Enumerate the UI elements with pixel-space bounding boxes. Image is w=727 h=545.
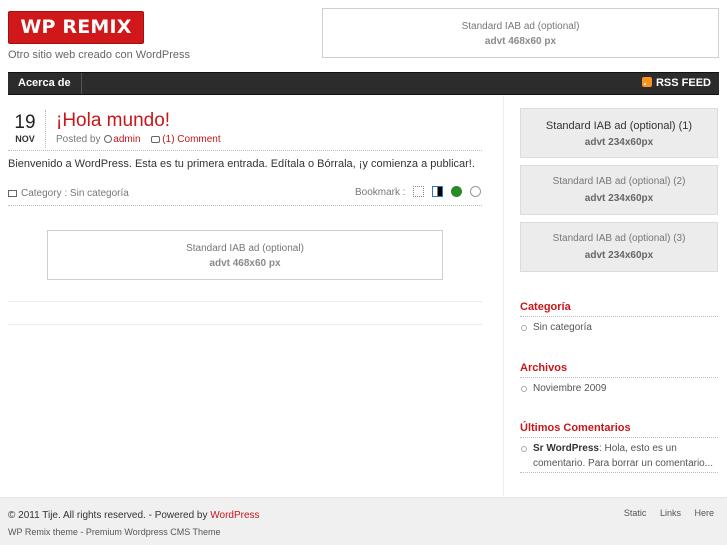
sidebar-ad-3[interactable]: Standard IAB ad (optional) (3) advt 234x… <box>520 222 718 272</box>
sidebar-ad-2[interactable]: Standard IAB ad (optional) (2) advt 234x… <box>520 165 718 215</box>
sidebar-archives-divider <box>520 377 718 378</box>
posted-by-label: Posted by <box>56 134 101 145</box>
sidebar-archives-title: Archivos <box>520 362 568 374</box>
post-author-link[interactable]: admin <box>113 134 140 145</box>
footer-link-links[interactable]: Links <box>660 508 681 518</box>
post-footer-divider <box>8 205 482 206</box>
sidebar-categories-divider <box>520 316 718 317</box>
sidebar-ad-3-line1: Standard IAB ad (optional) (3) <box>552 233 686 244</box>
rss-feed-label: RSS FEED <box>655 77 711 89</box>
rss-feed-link[interactable]: RSS FEED <box>641 73 711 94</box>
content-divider-1 <box>8 301 482 302</box>
comment-icon <box>151 136 161 143</box>
footer-copyright-text: © 2011 Tije. All rights reserved. - Powe… <box>8 510 208 521</box>
post-meta: Posted by admin (1) Comment <box>56 134 221 145</box>
post-date-day: 19 <box>14 112 36 133</box>
sidebar-archive-item[interactable]: Noviembre 2009 <box>520 381 718 396</box>
nav-item-acerca-de[interactable]: Acerca de <box>8 73 82 94</box>
delicious-icon[interactable] <box>432 186 444 197</box>
user-icon <box>104 135 113 143</box>
sidebar-ad-1[interactable]: Standard IAB ad (optional) (1) advt 234x… <box>520 108 718 158</box>
bookmark-bar: Bookmark : <box>355 186 481 198</box>
site-footer: © 2011 Tije. All rights reserved. - Powe… <box>0 497 727 545</box>
footer-copyright: © 2011 Tije. All rights reserved. - Powe… <box>8 510 260 521</box>
header-ad-banner[interactable]: Standard IAB ad (optional) advt 468x60 p… <box>322 8 719 58</box>
sidebar-category-item[interactable]: Sin categoría <box>520 320 718 335</box>
folder-icon <box>8 190 17 197</box>
sidebar-ad-2-line1: Standard IAB ad (optional) (2) <box>552 176 686 187</box>
content-divider-2 <box>8 324 482 325</box>
rss-icon <box>641 77 652 87</box>
reddit-icon[interactable] <box>469 186 481 197</box>
sidebar-comments-divider <box>520 437 718 438</box>
category-link[interactable]: Sin categoría <box>70 188 129 199</box>
post-date-month: NOV <box>15 134 35 144</box>
date-divider <box>45 110 46 148</box>
content-ad-line1: Standard IAB ad (optional) <box>186 243 304 254</box>
content-ad-banner[interactable]: Standard IAB ad (optional) advt 468x60 p… <box>47 230 443 280</box>
digg-icon[interactable] <box>413 186 425 197</box>
header-ad-line1: Standard IAB ad (optional) <box>461 21 580 32</box>
bookmark-label: Bookmark : <box>355 187 406 198</box>
footer-links: Static Links Here <box>613 508 714 518</box>
site-tagline: Otro sitio web creado con WordPress <box>8 49 190 61</box>
post-date: 19 NOV <box>8 112 42 145</box>
footer-wordpress-link[interactable]: WordPress <box>210 510 259 521</box>
sidebar-bottom-divider <box>520 472 718 473</box>
footer-link-here[interactable]: Here <box>694 508 714 518</box>
footer-link-static[interactable]: Static <box>624 508 647 518</box>
post-category: Category : Sin categoría <box>8 188 129 199</box>
site-logo[interactable]: WP REMIX <box>8 11 144 44</box>
sidebar-comments-title: Últimos Comentarios <box>520 422 631 434</box>
sidebar-categories-title: Categoría <box>520 301 571 313</box>
post-title[interactable]: ¡Hola mundo! <box>56 110 170 132</box>
sidebar-ad-2-line2: advt 234x60px <box>584 193 654 204</box>
stumbleupon-icon[interactable] <box>450 186 462 197</box>
post-comments-link[interactable]: (1) Comment <box>162 134 220 145</box>
sidebar-ad-3-line2: advt 234x60px <box>584 250 654 261</box>
content-ad-line2: advt 468x60 px <box>209 258 281 269</box>
post-body: Bienvenido a WordPress. Esta es tu prime… <box>8 158 475 170</box>
sidebar-recent-comment[interactable]: Sr WordPress: Hola, esto es un comentari… <box>520 441 718 471</box>
footer-theme-credit: WP Remix theme - Premium Wordpress CMS T… <box>8 527 221 537</box>
header-ad-line2: advt 468x60 px <box>484 36 557 47</box>
recent-comment-author[interactable]: Sr WordPress <box>533 443 599 454</box>
sidebar-ad-1-line1: Standard IAB ad (optional) (1) <box>545 120 693 132</box>
main-navbar: Acerca de RSS FEED <box>8 72 719 95</box>
post-header-divider <box>8 150 482 151</box>
category-label: Category : <box>21 188 68 199</box>
sidebar-ad-1-line2: advt 234x60px <box>584 137 654 148</box>
